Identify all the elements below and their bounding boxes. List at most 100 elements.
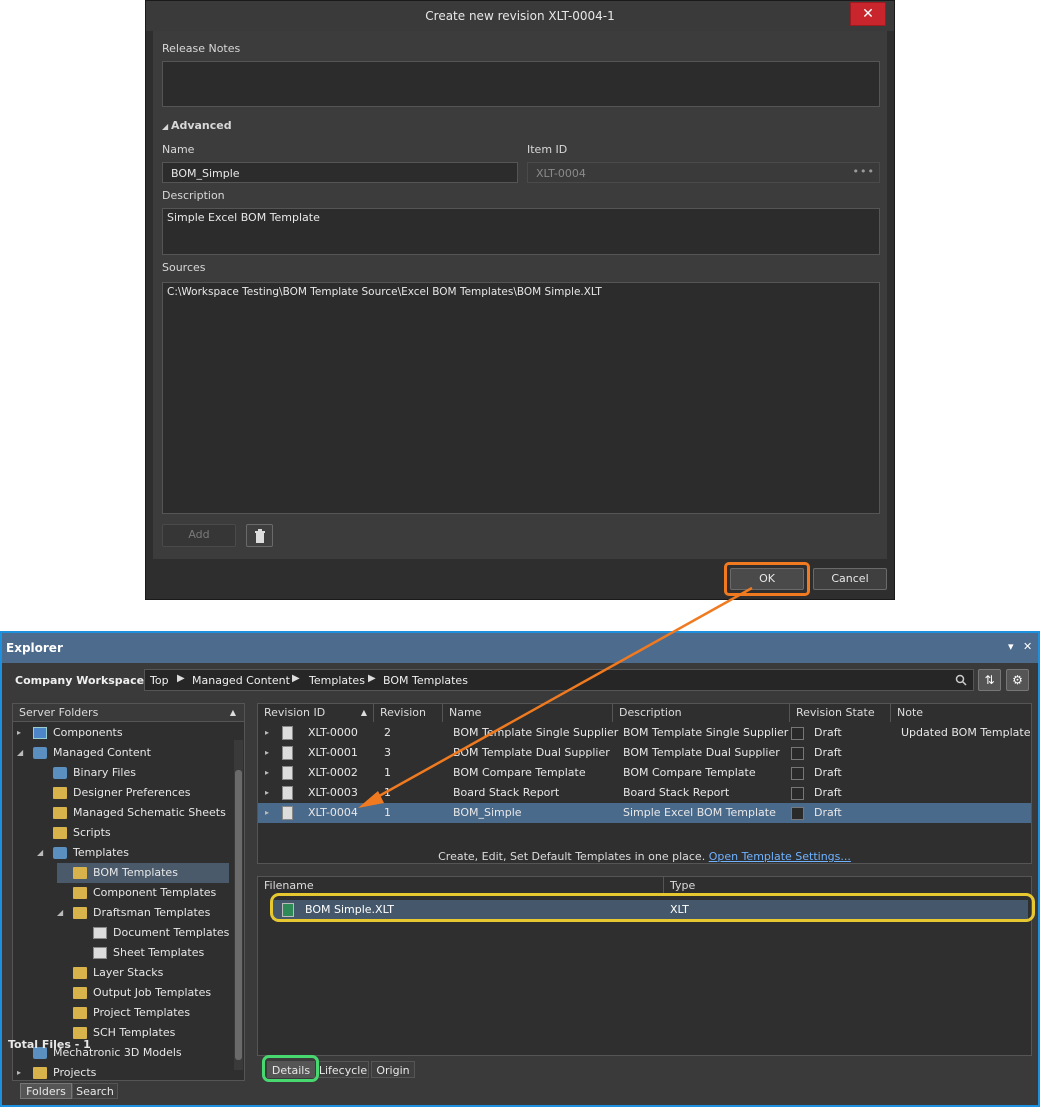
add-button[interactable]: Add bbox=[162, 524, 236, 547]
tree-item[interactable]: Layer Stacks bbox=[57, 963, 229, 983]
folder-icon bbox=[53, 767, 67, 779]
cell-rev: 2 bbox=[384, 726, 391, 739]
description-label: Description bbox=[162, 189, 225, 202]
more-options-icon[interactable]: ••• bbox=[853, 165, 875, 178]
cell-state: Draft bbox=[814, 726, 842, 739]
tree-item-label: Binary Files bbox=[73, 766, 136, 779]
crumb-top[interactable]: Top bbox=[150, 674, 169, 687]
crumb-templates[interactable]: Templates bbox=[309, 674, 365, 687]
tree-item[interactable]: Component Templates bbox=[57, 883, 229, 903]
state-checkbox[interactable] bbox=[791, 787, 804, 800]
workspace-selector[interactable]: Company Workspace ▾ bbox=[15, 674, 152, 687]
name-input[interactable]: BOM_Simple bbox=[162, 162, 518, 183]
tree-item-label: Component Templates bbox=[93, 886, 217, 899]
table-row[interactable]: ▸ XLT-0000 2 BOM Template Single Supplier BO… bbox=[258, 723, 1031, 743]
tree-item[interactable]: Managed Schematic Sheets bbox=[37, 803, 229, 823]
tree-item-label: Scripts bbox=[73, 826, 111, 839]
scroll-thumb[interactable] bbox=[235, 770, 242, 1060]
cell-rev: 1 bbox=[384, 786, 391, 799]
collapse-icon[interactable]: ◢ bbox=[37, 843, 43, 863]
tree-item[interactable]: Binary Files bbox=[37, 763, 229, 783]
sources-list[interactable]: C:\Workspace Testing\BOM Template Source… bbox=[162, 282, 880, 514]
release-notes-input[interactable] bbox=[162, 61, 880, 107]
description-input[interactable]: Simple Excel BOM Template bbox=[162, 208, 880, 255]
collapse-icon[interactable]: ◢ bbox=[57, 903, 63, 923]
tree-item[interactable]: BOM Templates bbox=[57, 863, 229, 883]
tree-item[interactable]: Output Job Templates bbox=[57, 983, 229, 1003]
state-checkbox[interactable] bbox=[791, 767, 804, 780]
col-name[interactable]: Name bbox=[443, 704, 613, 722]
collapse-icon[interactable]: ◢ bbox=[17, 743, 23, 763]
cell-id: XLT-0001 bbox=[308, 746, 358, 759]
table-row[interactable]: ▸ XLT-0003 1 Board Stack Report Board Stack … bbox=[258, 783, 1031, 803]
tab-folders[interactable]: Folders bbox=[20, 1083, 72, 1099]
crumb-managed-content[interactable]: Managed Content bbox=[192, 674, 290, 687]
bom-template-icon bbox=[73, 867, 87, 879]
state-checkbox[interactable] bbox=[791, 727, 804, 740]
bom-template-icon bbox=[282, 806, 293, 820]
gear-icon[interactable]: ⚙ bbox=[1006, 669, 1029, 691]
cell-id: XLT-0003 bbox=[308, 786, 358, 799]
template-settings-footer: Create, Edit, Set Default Templates in o… bbox=[258, 850, 1031, 863]
close-icon[interactable]: ✕ bbox=[1023, 640, 1032, 653]
expand-icon[interactable]: ▸ bbox=[265, 783, 269, 803]
cell-note: Updated BOM Template bbox=[901, 726, 1031, 739]
cell-desc: BOM Compare Template bbox=[623, 766, 756, 779]
expand-icon[interactable]: ▸ bbox=[17, 723, 21, 743]
tree-item-label: Layer Stacks bbox=[93, 966, 164, 979]
search-icon[interactable] bbox=[955, 674, 967, 686]
close-icon[interactable]: ✕ bbox=[850, 2, 886, 26]
tree-item[interactable]: ◢ Managed Content bbox=[17, 743, 229, 763]
state-checkbox[interactable] bbox=[791, 747, 804, 760]
tree-item[interactable]: Sheet Templates bbox=[77, 943, 229, 963]
tree-item-label: SCH Templates bbox=[93, 1026, 176, 1039]
col-revision[interactable]: Revision bbox=[374, 704, 443, 722]
sheet-icon bbox=[93, 947, 107, 959]
tree-item[interactable]: Project Templates bbox=[57, 1003, 229, 1023]
table-row[interactable]: ▸ XLT-0001 3 BOM Template Dual Supplier BOM … bbox=[258, 743, 1031, 763]
expand-icon[interactable]: ▸ bbox=[265, 763, 269, 783]
tree-item-label: Designer Preferences bbox=[73, 786, 191, 799]
tab-lifecycle[interactable]: Lifecycle bbox=[317, 1061, 369, 1078]
expand-icon[interactable]: ▸ bbox=[17, 1063, 21, 1083]
col-description[interactable]: Description bbox=[613, 704, 790, 722]
col-revision-state[interactable]: Revision State bbox=[790, 704, 891, 722]
tree-scrollbar[interactable] bbox=[234, 740, 243, 1070]
chevron-right-icon: ▶ bbox=[292, 673, 300, 684]
tree-item[interactable]: ◢ Templates bbox=[37, 843, 229, 863]
tree-item[interactable]: ◢ Draftsman Templates bbox=[57, 903, 229, 923]
refresh-icon[interactable]: ⇅ bbox=[978, 669, 1001, 691]
crumb-bom-templates[interactable]: BOM Templates bbox=[383, 674, 468, 687]
layer-stack-icon bbox=[73, 967, 87, 979]
bom-template-icon bbox=[282, 746, 293, 760]
cancel-button[interactable]: Cancel bbox=[813, 568, 887, 590]
sort-up-icon[interactable]: ▲ bbox=[230, 704, 236, 722]
cell-rev: 1 bbox=[384, 806, 391, 819]
tree-item[interactable]: Designer Preferences bbox=[37, 783, 229, 803]
explorer-header: Explorer ▾ ✕ bbox=[2, 633, 1038, 663]
open-template-settings-link[interactable]: Open Template Settings... bbox=[709, 850, 851, 863]
tree-item[interactable]: Scripts bbox=[37, 823, 229, 843]
folder-icon bbox=[33, 747, 47, 759]
col-note[interactable]: Note bbox=[891, 704, 1031, 722]
expand-icon[interactable]: ▸ bbox=[265, 803, 269, 823]
col-revision-id[interactable]: Revision ID ▲ bbox=[258, 704, 374, 722]
tab-origin[interactable]: Origin bbox=[371, 1061, 415, 1078]
tree-item[interactable]: Document Templates bbox=[77, 923, 229, 943]
expand-icon[interactable]: ▸ bbox=[265, 743, 269, 763]
cell-desc: Board Stack Report bbox=[623, 786, 730, 799]
table-row[interactable]: ▸ XLT-0004 1 BOM_Simple Simple Excel BOM Tem… bbox=[258, 803, 1031, 823]
tree-item[interactable]: ▸ Components bbox=[17, 723, 229, 743]
server-folders-panel: Server Folders ▲ ▸ Components ◢ Managed Con… bbox=[12, 703, 245, 1081]
tab-search[interactable]: Search bbox=[72, 1083, 118, 1099]
total-files: Total Files - 1 bbox=[8, 1038, 91, 1051]
advanced-section-toggle[interactable]: ◢ Advanced bbox=[162, 119, 232, 132]
breadcrumb[interactable]: Top ▶ Managed Content ▶ Templates ▶ BOM … bbox=[144, 669, 974, 691]
tree-item[interactable]: ▸ Projects bbox=[17, 1063, 229, 1083]
delete-button[interactable] bbox=[246, 524, 273, 547]
expand-icon[interactable]: ▸ bbox=[265, 723, 269, 743]
pin-menu-icon[interactable]: ▾ bbox=[1008, 640, 1014, 653]
state-checkbox[interactable] bbox=[791, 807, 804, 820]
table-row[interactable]: ▸ XLT-0002 1 BOM Compare Template BOM Compar… bbox=[258, 763, 1031, 783]
source-path[interactable]: C:\Workspace Testing\BOM Template Source… bbox=[167, 286, 875, 298]
